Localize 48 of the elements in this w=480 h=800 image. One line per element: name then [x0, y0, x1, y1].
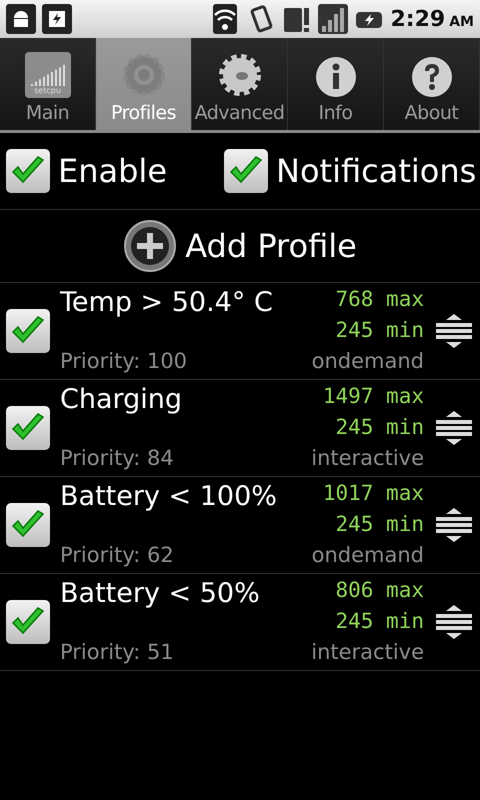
governor-name: ondemand: [312, 543, 424, 567]
max-frequency: 768 max: [335, 287, 424, 311]
profile-priority: Priority: 51: [60, 640, 175, 664]
checkbox-label: Enable: [58, 152, 167, 190]
tab[interactable]: About: [384, 38, 480, 130]
tab[interactable]: Profiles: [96, 38, 192, 130]
profile-name: Charging: [60, 384, 182, 415]
governor-name: interactive: [311, 640, 424, 664]
drag-handle-icon[interactable]: [434, 411, 474, 445]
drag-handle-icon[interactable]: [434, 605, 474, 639]
governor-name: ondemand: [312, 349, 424, 373]
settings-icon: [216, 52, 262, 98]
checkbox[interactable]: [6, 503, 50, 547]
max-frequency: 1017 max: [322, 481, 424, 505]
min-frequency: 245 min: [335, 609, 424, 633]
chart-icon: setcpu: [24, 52, 70, 98]
tab[interactable]: Advanced: [192, 38, 288, 130]
profile-priority: Priority: 62: [60, 543, 175, 567]
checkbox-label: Notifications: [276, 152, 476, 190]
drag-handle-icon[interactable]: [434, 314, 474, 348]
governor-name: interactive: [311, 446, 424, 470]
clock-meridiem: AM: [449, 14, 474, 30]
profile-name: Battery < 50%: [60, 578, 260, 609]
max-frequency: 806 max: [335, 578, 424, 602]
min-frequency: 245 min: [335, 318, 424, 342]
help-icon: [410, 56, 452, 98]
info-icon: [314, 56, 356, 98]
checkbox[interactable]: [6, 149, 50, 193]
checkbox[interactable]: [6, 600, 50, 644]
profile-name: Battery < 100%: [60, 481, 277, 512]
checkbox[interactable]: [6, 309, 50, 353]
min-frequency: 245 min: [335, 512, 424, 536]
profile-name: Temp > 50.4° C: [60, 287, 273, 318]
profile-priority: Priority: 100: [60, 349, 188, 373]
checkbox[interactable]: [224, 149, 268, 193]
min-frequency: 245 min: [335, 415, 424, 439]
clock-time: 2:29: [390, 6, 446, 32]
tab[interactable]: Info: [288, 38, 384, 130]
gear-icon: [120, 52, 166, 98]
chip-icon: [42, 4, 72, 34]
plus-icon: [123, 219, 178, 273]
add-profile-button[interactable]: Add Profile: [123, 219, 357, 273]
signal-icon: [318, 4, 348, 34]
tab[interactable]: setcpu Main: [0, 38, 96, 130]
max-frequency: 1497 max: [322, 384, 424, 408]
drag-handle-icon[interactable]: [434, 508, 474, 542]
profile-priority: Priority: 84: [60, 446, 175, 470]
checkbox[interactable]: [6, 406, 50, 450]
